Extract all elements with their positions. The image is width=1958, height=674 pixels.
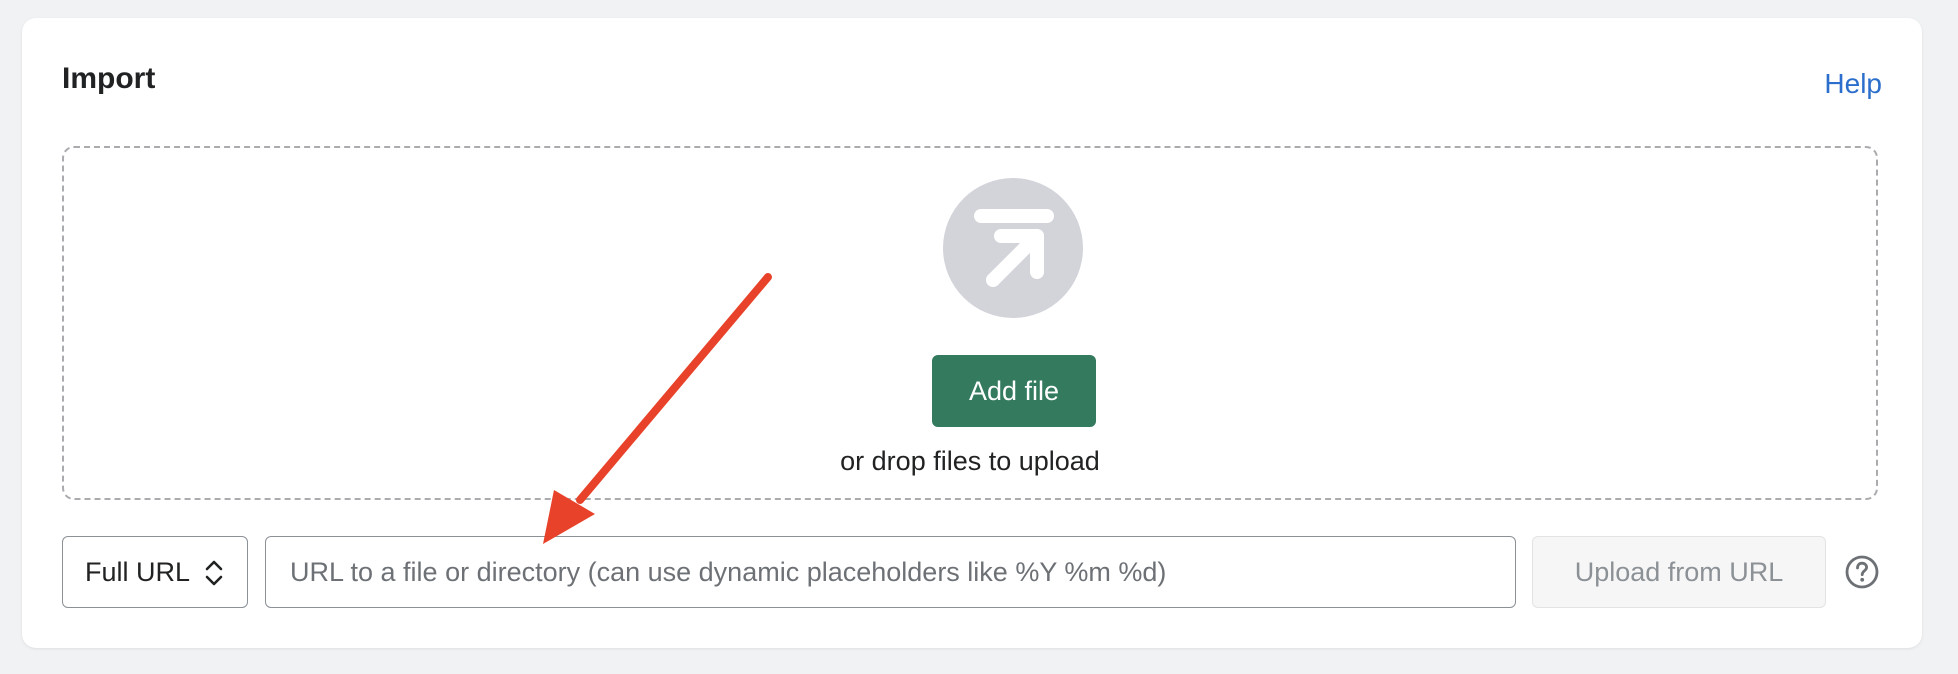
import-card: Import Help Add file or drop files to up… [22,18,1922,648]
upload-arrow-icon [943,178,1083,318]
upload-from-url-button[interactable]: Upload from URL [1532,536,1826,608]
chevron-up-down-icon [205,560,223,586]
url-mode-selected-value: Full URL [85,557,191,587]
url-input[interactable] [265,536,1516,608]
help-link[interactable]: Help [1824,68,1882,100]
add-file-button[interactable]: Add file [932,355,1096,427]
url-mode-select[interactable]: Full URL [62,536,248,608]
page-title: Import [62,62,156,95]
file-dropzone[interactable]: Add file or drop files to upload [62,146,1878,500]
drop-files-text: or drop files to upload [840,446,1100,476]
question-circle-icon[interactable] [1844,554,1880,590]
